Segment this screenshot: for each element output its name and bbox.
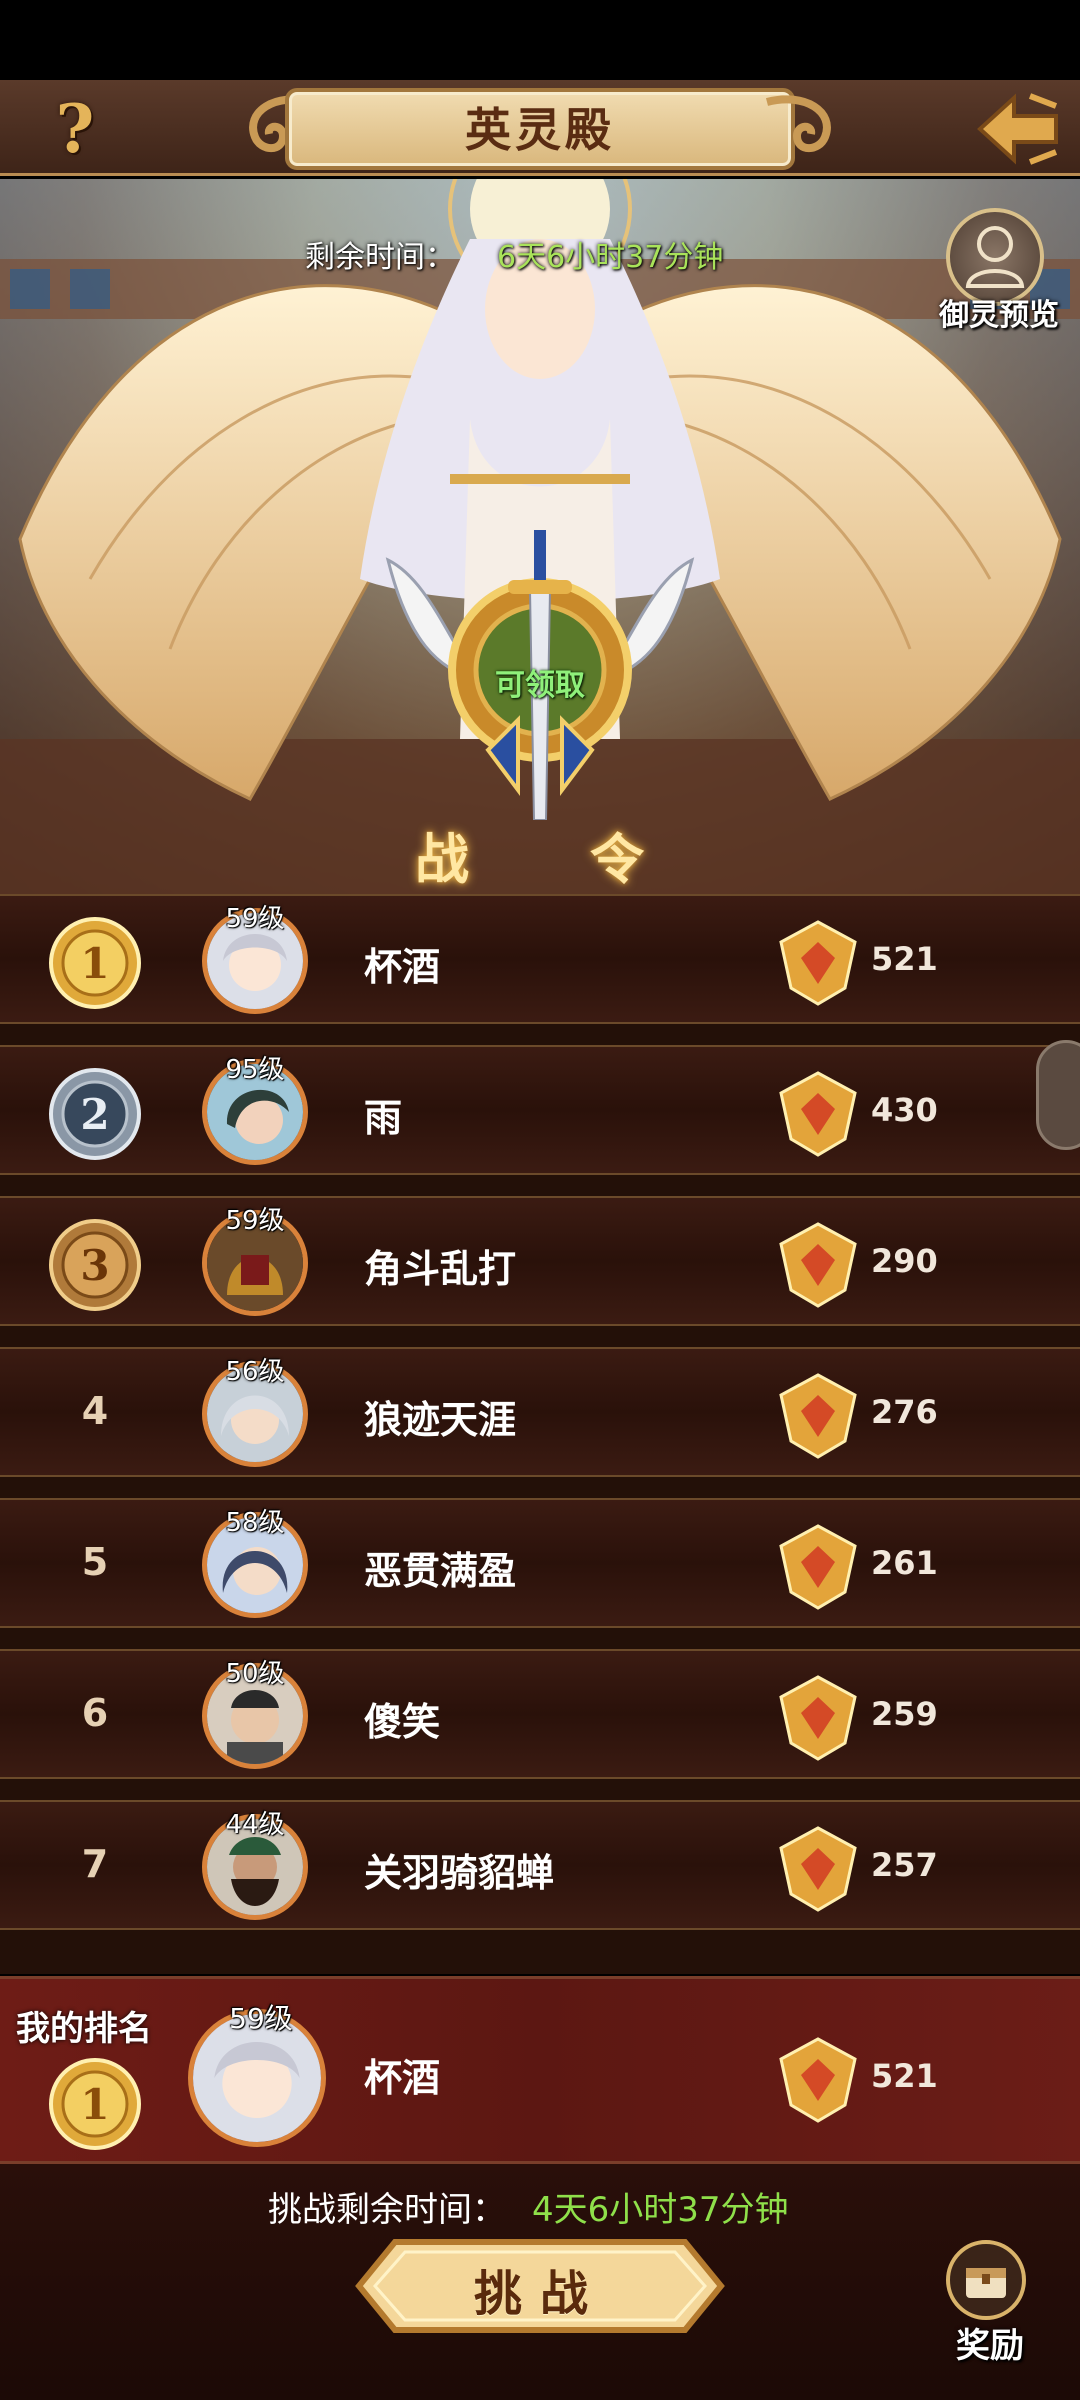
svg-text:1: 1 bbox=[80, 939, 109, 988]
player-score: 261 bbox=[871, 1544, 938, 1582]
player-level: 59级 bbox=[225, 1206, 285, 1236]
player-score: 430 bbox=[871, 1091, 938, 1129]
rank-number: 5 bbox=[81, 1540, 109, 1584]
rank-crest-icon bbox=[779, 1675, 857, 1761]
player-name: 杯酒 bbox=[364, 945, 441, 989]
my-score: 521 bbox=[871, 2057, 938, 2095]
rank-number: 4 bbox=[81, 1389, 109, 1433]
rank-crest-icon bbox=[779, 1071, 857, 1157]
my-name: 杯酒 bbox=[364, 2056, 441, 2100]
player-score: 276 bbox=[871, 1393, 938, 1431]
bronze-medal-icon: 3 bbox=[49, 1219, 141, 1311]
rank-crest-icon bbox=[779, 1222, 857, 1308]
gold-medal-icon: 1 bbox=[49, 2058, 141, 2150]
ranking-row[interactable]: 3 59级 角斗乱打 290 bbox=[0, 1196, 1080, 1326]
player-level: 44级 bbox=[225, 1810, 285, 1840]
back-button[interactable] bbox=[970, 86, 1066, 172]
ranking-row[interactable]: 5 58级 恶贯满盈 261 bbox=[0, 1498, 1080, 1628]
ranking-row[interactable]: 6 50级 傻笑 259 bbox=[0, 1649, 1080, 1779]
help-button[interactable]: ? bbox=[40, 90, 110, 168]
player-level: 59级 bbox=[225, 904, 285, 934]
player-name: 关羽骑貂蝉 bbox=[364, 1851, 555, 1895]
player-name: 狼迹天涯 bbox=[364, 1398, 517, 1442]
my-rank-label: 我的排名 bbox=[16, 2009, 152, 2049]
svg-text:2: 2 bbox=[80, 1090, 109, 1139]
battle-pass-label-right: 令 bbox=[590, 827, 644, 891]
my-level: 59级 bbox=[229, 2002, 293, 2035]
player-level: 95级 bbox=[225, 1055, 285, 1085]
player-name: 恶贯满盈 bbox=[364, 1549, 517, 1593]
challenge-button-label: 挑战 bbox=[473, 2266, 606, 2322]
rank-number: 7 bbox=[81, 1842, 109, 1886]
ranking-row[interactable]: 7 44级 关羽骑貂蝉 257 bbox=[0, 1800, 1080, 1930]
remaining-time-label: 剩余时间： bbox=[305, 240, 455, 275]
remaining-time-value: 6天6小时37分钟 bbox=[497, 240, 724, 275]
rank-crest-icon bbox=[779, 1373, 857, 1459]
player-level: 56级 bbox=[225, 1357, 285, 1387]
player-score: 521 bbox=[871, 940, 938, 978]
rank-number: 6 bbox=[81, 1691, 109, 1735]
rank-crest-icon bbox=[779, 1524, 857, 1610]
svg-text:1: 1 bbox=[80, 2080, 109, 2129]
rank-crest-icon bbox=[779, 920, 857, 1006]
player-score: 257 bbox=[871, 1846, 938, 1884]
spirit-preview-label: 御灵预览 bbox=[939, 298, 1059, 333]
battle-pass-label-left: 战 bbox=[415, 827, 469, 891]
player-level: 50级 bbox=[225, 1659, 285, 1689]
ranking-row[interactable]: 4 56级 狼迹天涯 276 bbox=[0, 1347, 1080, 1477]
challenge-time-value: 4天6小时37分钟 bbox=[532, 2190, 789, 2230]
silver-medal-icon: 2 bbox=[49, 1068, 141, 1160]
question-mark-icon: ? bbox=[55, 90, 95, 168]
page-title: 英灵殿 bbox=[465, 103, 615, 157]
gold-medal-icon: 1 bbox=[49, 917, 141, 1009]
ranking-list[interactable]: 1 59级 杯酒 521 2 95级 雨 430 3 59级 角斗乱打 290 … bbox=[0, 894, 1080, 1974]
player-name: 雨 bbox=[364, 1096, 403, 1140]
player-name: 角斗乱打 bbox=[364, 1247, 517, 1291]
reward-chest-icon[interactable] bbox=[940, 2240, 1032, 2322]
back-arrow-icon bbox=[977, 93, 1058, 165]
challenge-time-label: 挑战剩余时间： bbox=[268, 2190, 506, 2230]
person-icon bbox=[965, 226, 1025, 288]
player-score: 290 bbox=[871, 1242, 938, 1280]
status-bar bbox=[0, 0, 1080, 80]
title-plate: 英灵殿 bbox=[235, 80, 845, 176]
player-score: 259 bbox=[871, 1695, 938, 1733]
player-level: 58级 bbox=[225, 1508, 285, 1538]
claim-available-label: 可领取 bbox=[495, 668, 585, 703]
player-name: 傻笑 bbox=[364, 1700, 441, 1744]
rank-crest-icon bbox=[779, 2037, 857, 2123]
ranking-row[interactable]: 2 95级 雨 430 bbox=[0, 1045, 1080, 1175]
my-rank-bar: 我的排名 1 59级 杯酒 521 bbox=[0, 1976, 1080, 2164]
ranking-row[interactable]: 1 59级 杯酒 521 bbox=[0, 894, 1080, 1024]
reward-label: 奖励 bbox=[956, 2326, 1024, 2366]
rank-crest-icon bbox=[779, 1826, 857, 1912]
side-drawer-tab[interactable] bbox=[1036, 1040, 1080, 1150]
svg-text:3: 3 bbox=[80, 1241, 109, 1290]
